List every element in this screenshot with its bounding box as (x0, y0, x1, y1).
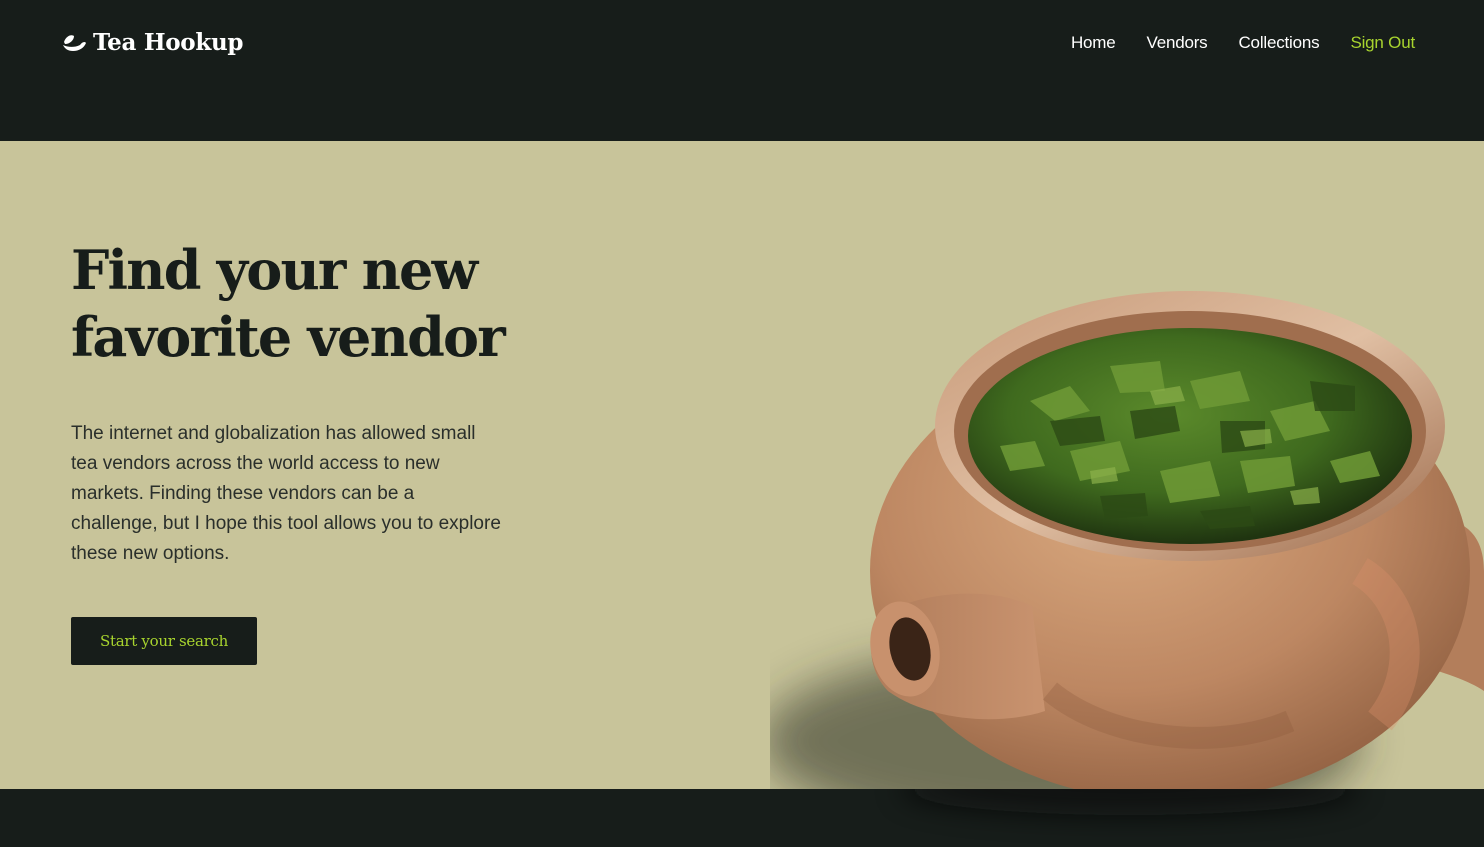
brand-name: Tea Hookup (93, 28, 244, 56)
hero-title-line-2: favorite vendor (71, 305, 506, 369)
tea-leaf-icon (63, 35, 86, 51)
brand-logo[interactable]: Tea Hookup (62, 26, 243, 58)
nav-sign-out[interactable]: Sign Out (1350, 33, 1415, 53)
hero-title-line-1: Find your new (71, 238, 478, 302)
start-search-button[interactable]: Start your search (71, 617, 257, 665)
teapot-image (770, 291, 1484, 789)
nav-vendors[interactable]: Vendors (1147, 33, 1208, 53)
main-nav: Home Vendors Collections Sign Out (1071, 33, 1415, 53)
teapot-shadow (900, 789, 1360, 815)
nav-collections[interactable]: Collections (1238, 33, 1319, 53)
nav-home[interactable]: Home (1071, 33, 1116, 53)
footer-band (0, 789, 1484, 847)
hero-section: Find your new favorite vendor The intern… (0, 141, 1484, 789)
hero-title: Find your new favorite vendor (71, 237, 591, 371)
site-header: Tea Hookup Home Vendors Collections Sign… (0, 0, 1484, 141)
hero-description: The internet and globalization has allow… (71, 423, 501, 564)
